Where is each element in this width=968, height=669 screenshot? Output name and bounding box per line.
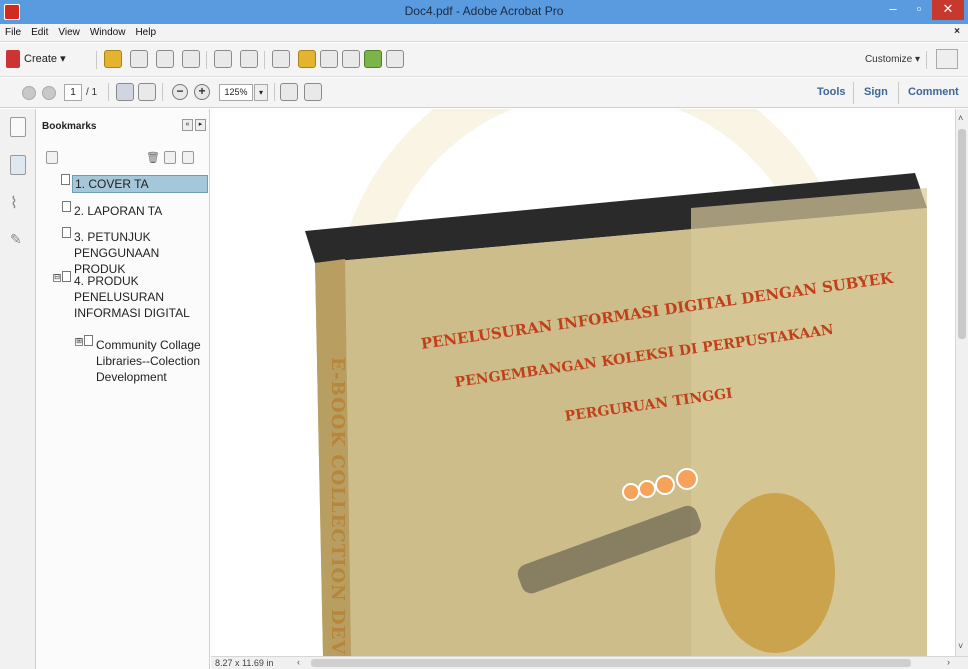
bookmark-item[interactable]: 3. PETUNJUK PENGGUNAAN PRODUK [62, 227, 208, 277]
bookmark-icon [61, 174, 70, 185]
menu-help[interactable]: Help [130, 24, 161, 38]
horizontal-scrollbar[interactable]: 8.27 x 11.69 in ‹ › [211, 656, 968, 669]
bookmark-icon [62, 201, 71, 212]
comment-icon[interactable] [298, 50, 316, 68]
attachments-icon[interactable]: ⌇ [10, 193, 26, 213]
navigation-toolbar: 1 / 1 − + 125% ▾ Tools Sign Comment [0, 78, 968, 108]
delete-bookmark-icon[interactable]: 🗑 [146, 151, 160, 164]
navigation-pane-rail: ⌇ ✎ [0, 109, 36, 669]
toolbar-divider [162, 83, 163, 101]
menu-bar: File Edit View Window Help × [0, 24, 968, 42]
zoom-level-input[interactable]: 125% [219, 84, 253, 101]
toolbar-divider [108, 83, 109, 101]
email-icon[interactable] [240, 50, 258, 68]
bookmark-item[interactable]: ⊞ Community Collage Libraries--Colection… [75, 335, 206, 385]
signatures-icon[interactable]: ✎ [10, 231, 26, 251]
expand-icon[interactable] [936, 49, 958, 69]
bookmark-label: 2. LAPORAN TA [74, 204, 163, 218]
horizontal-scroll-thumb[interactable] [311, 659, 911, 667]
combine-icon[interactable] [364, 50, 382, 68]
menu-view[interactable]: View [53, 24, 85, 38]
bookmark-item[interactable]: 2. LAPORAN TA [62, 201, 206, 219]
bookmark-icon [62, 227, 71, 238]
zoom-out-button[interactable]: − [172, 84, 188, 100]
toolbar-divider [96, 51, 97, 69]
vertical-scroll-thumb[interactable] [958, 129, 966, 339]
tab-tools[interactable]: Tools [817, 86, 846, 98]
bookmark-label: Community Collage Libraries--Colection D… [96, 338, 201, 384]
page-total: / 1 [86, 87, 98, 98]
menu-window[interactable]: Window [85, 24, 131, 38]
bookmark-label: 1. COVER TA [75, 177, 149, 191]
pdf-icon[interactable] [386, 50, 404, 68]
bookmark-item[interactable]: ⊟ 4. PRODUK PENELUSURAN INFORMASI DIGITA… [53, 271, 202, 321]
bookmark-icon [84, 335, 93, 346]
toolbar-divider [206, 51, 207, 69]
bookmark-icon [62, 271, 71, 282]
expand-icon[interactable]: ⊞ [75, 338, 83, 346]
scroll-down-icon[interactable]: ˅ [958, 641, 963, 651]
window-title: Doc4.pdf - Adobe Acrobat Pro [404, 4, 564, 18]
create-button[interactable]: Create ▾ [24, 52, 66, 65]
page-thumbnails-icon[interactable] [10, 117, 26, 137]
maximize-button[interactable]: ▫ [906, 0, 932, 20]
document-viewer[interactable]: PENELUSURAN INFORMASI DIGITAL DENGAN SUB… [211, 109, 955, 656]
save-icon[interactable] [130, 50, 148, 68]
book-cover-image [305, 173, 927, 656]
book-spine-text: E-BOOK COLLECTION DEV [327, 357, 348, 656]
minimize-button[interactable]: – [880, 0, 906, 20]
tab-divider [853, 82, 854, 104]
title-bar: Doc4.pdf - Adobe Acrobat Pro – ▫ ✕ [0, 0, 968, 24]
new-bookmark-icon[interactable] [164, 151, 176, 164]
select-tool-icon[interactable] [116, 83, 134, 101]
scroll-right-icon[interactable]: › [947, 657, 950, 667]
pdf-page: PENELUSURAN INFORMASI DIGITAL DENGAN SUB… [215, 109, 955, 656]
customize-button[interactable]: Customize ▾ [865, 54, 920, 65]
close-button[interactable]: ✕ [932, 0, 964, 20]
export-icon[interactable] [342, 50, 360, 68]
tab-sign[interactable]: Sign [864, 86, 888, 98]
bookmarks-title: Bookmarks [42, 121, 97, 132]
full-screen-icon[interactable] [304, 83, 322, 101]
bookmark-label: 4. PRODUK PENELUSURAN INFORMASI DIGITAL [74, 274, 190, 320]
previous-page-icon[interactable] [22, 86, 36, 100]
scroll-up-icon[interactable]: ˄ [958, 113, 963, 123]
bookmark-options-icon[interactable] [46, 151, 58, 164]
hand-tool-icon[interactable] [138, 83, 156, 101]
toolbar-divider [274, 83, 275, 101]
toolbar-divider [926, 51, 927, 69]
bookmark-properties-icon[interactable] [182, 151, 194, 164]
bookmarks-icon[interactable] [10, 155, 26, 175]
vertical-scrollbar[interactable]: ˄ ˅ [955, 109, 968, 656]
page-size-label: 8.27 x 11.69 in [215, 658, 274, 668]
settings-icon[interactable] [272, 50, 290, 68]
edit-icon[interactable] [214, 50, 232, 68]
bookmark-item[interactable]: 1. COVER TA [61, 174, 208, 193]
menu-file[interactable]: File [0, 24, 26, 38]
next-page-icon[interactable] [42, 86, 56, 100]
create-icon[interactable] [6, 50, 20, 68]
bookmark-label: 3. PETUNJUK PENGGUNAAN PRODUK [74, 230, 160, 276]
main-toolbar: Create ▾ Customize ▾ [0, 43, 968, 77]
bookmarks-panel: Bookmarks « ▸ 🗑 1. COVER TA 2. LAPORAN T… [36, 109, 210, 669]
cloud-icon[interactable] [156, 50, 174, 68]
zoom-in-button[interactable]: + [194, 84, 210, 100]
collapse-icon[interactable]: ⊟ [53, 274, 61, 282]
menu-edit[interactable]: Edit [26, 24, 53, 38]
open-icon[interactable] [104, 50, 122, 68]
tab-comment[interactable]: Comment [908, 86, 959, 98]
zoom-dropdown[interactable]: ▾ [254, 84, 268, 101]
print-icon[interactable] [182, 50, 200, 68]
document-close-button[interactable]: × [954, 26, 960, 37]
expand-panel-button[interactable]: ▸ [195, 119, 206, 131]
fit-page-icon[interactable] [280, 83, 298, 101]
tab-divider [898, 82, 899, 104]
collapse-panel-button[interactable]: « [182, 119, 193, 131]
page-number-input[interactable]: 1 [64, 84, 82, 101]
scroll-left-icon[interactable]: ‹ [297, 657, 300, 667]
pages-icon[interactable] [320, 50, 338, 68]
toolbar-divider [264, 51, 265, 69]
